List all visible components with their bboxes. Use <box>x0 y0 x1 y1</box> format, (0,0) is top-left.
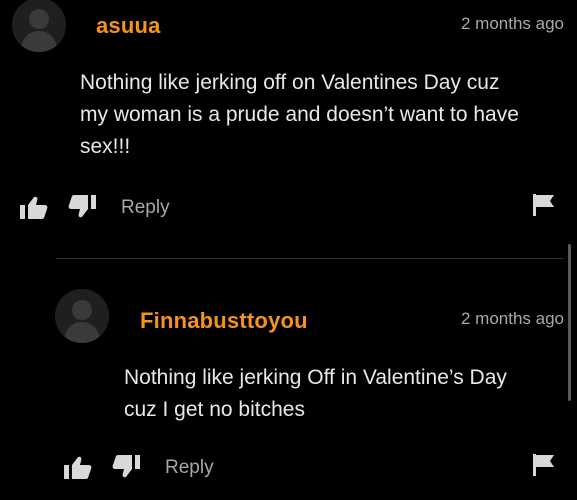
comment-text-line: sex!!! <box>80 135 131 158</box>
report-button[interactable] <box>533 194 555 216</box>
comment-username[interactable]: asuua <box>96 13 161 39</box>
dislike-button[interactable] <box>68 194 96 218</box>
like-button[interactable] <box>20 196 48 220</box>
comment-text-line: Nothing like jerking off on Valentines D… <box>80 71 500 94</box>
flag-icon <box>533 454 554 476</box>
comment-text: Nothing like jerking Off in Valentine’s … <box>124 362 564 426</box>
dislike-button[interactable] <box>112 454 140 478</box>
avatar[interactable] <box>55 289 109 343</box>
comment-text: Nothing like jerking off on Valentines D… <box>80 67 570 163</box>
reply-button[interactable]: Reply <box>121 197 170 219</box>
thumbs-down-icon <box>68 195 96 218</box>
thumbs-down-icon <box>112 455 140 478</box>
thumbs-up-icon <box>20 196 48 219</box>
comment-username[interactable]: Finnabusttoyou <box>140 308 308 334</box>
avatar[interactable] <box>12 0 66 52</box>
comment-timestamp: 2 months ago <box>460 309 564 328</box>
reply-comment: Finnabusttoyou 2 months ago Nothing like… <box>0 260 577 500</box>
comment: asuua 2 months ago Nothing like jerking … <box>0 0 577 240</box>
comment-text-line: cuz I get no bitches <box>124 398 305 421</box>
thumbs-up-icon <box>64 456 92 479</box>
comment-text-line: my woman is a prude and doesn’t want to … <box>80 103 519 126</box>
reply-button[interactable]: Reply <box>165 457 214 479</box>
default-avatar-icon <box>55 289 109 343</box>
like-button[interactable] <box>64 456 92 480</box>
comment-divider <box>56 258 564 259</box>
report-button[interactable] <box>533 454 555 476</box>
default-avatar-icon <box>12 0 66 52</box>
comment-timestamp: 2 months ago <box>460 14 564 33</box>
flag-icon <box>533 194 554 216</box>
comment-text-line: Nothing like jerking Off in Valentine’s … <box>124 366 507 389</box>
